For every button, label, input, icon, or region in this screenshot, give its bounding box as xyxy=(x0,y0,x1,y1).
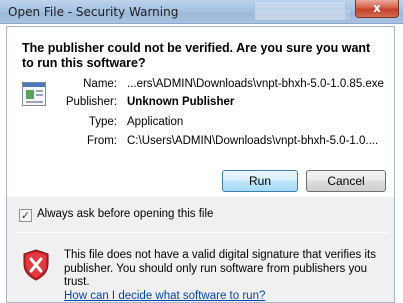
close-button[interactable]: x xyxy=(355,0,399,18)
shield-error-icon xyxy=(23,249,49,281)
help-link[interactable]: How can I decide what software to run? xyxy=(64,290,265,302)
name-value: ...ers\ADMIN\Downloads\vnpt-bhxh-5.0-1.0… xyxy=(127,78,384,90)
window-title: Open File - Security Warning xyxy=(8,5,179,19)
from-value: C:\Users\ADMIN\Downloads\vnpt-bhxh-5.0-1… xyxy=(127,135,379,147)
always-ask-label[interactable]: Always ask before opening this file xyxy=(37,208,213,220)
publisher-label: Publisher: xyxy=(65,96,117,108)
type-value: Application xyxy=(127,116,184,128)
warning-message: This file does not have a valid digital … xyxy=(64,249,394,303)
name-label: Name: xyxy=(83,78,117,90)
warning-text: This file does not have a valid digital … xyxy=(64,249,376,288)
run-button[interactable]: Run xyxy=(222,170,298,192)
security-question: The publisher could not be verified. Are… xyxy=(22,41,371,70)
always-ask-checkbox[interactable]: ✓ xyxy=(19,209,32,222)
title-bar: Open File - Security Warning x xyxy=(0,0,403,24)
close-icon: x xyxy=(373,1,381,15)
section-divider xyxy=(14,232,388,233)
publisher-value: Unknown Publisher xyxy=(127,96,235,108)
from-label: From: xyxy=(86,135,117,147)
background-window-ghost-2 xyxy=(255,10,350,20)
cancel-button[interactable]: Cancel xyxy=(306,170,386,192)
type-label: Type: xyxy=(88,116,117,128)
